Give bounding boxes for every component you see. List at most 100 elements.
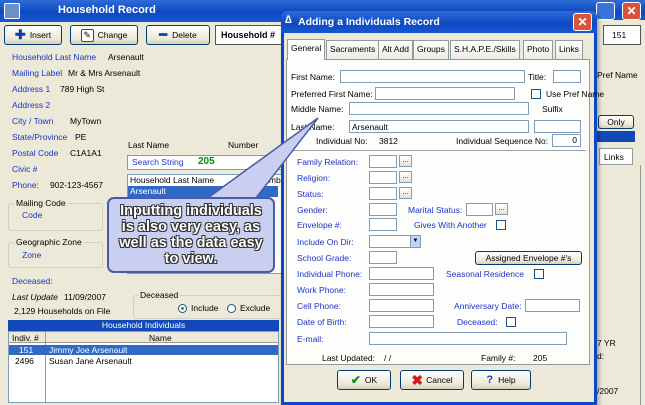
middle-name-field[interactable] <box>349 102 529 115</box>
tab-shape-skills[interactable]: S.H.A.P.E./Skills <box>450 40 520 59</box>
change-button[interactable]: ✎ Change <box>70 25 138 45</box>
bg-minimize-button[interactable] <box>596 2 615 20</box>
seasonal-residence-checkbox[interactable] <box>534 269 544 279</box>
help-icon: ? <box>486 374 494 386</box>
last-name-value: Arsenault <box>352 122 388 132</box>
family-relation-field[interactable] <box>369 155 397 168</box>
postal-value: C1A1A1 <box>70 148 102 158</box>
code-label: Code <box>22 210 43 220</box>
chevron-down-icon[interactable]: ▼ <box>410 236 420 247</box>
email-field[interactable] <box>369 332 567 345</box>
col-last-name-header: Last Name <box>128 140 170 150</box>
gender-label: Gender: <box>297 205 328 215</box>
cell-phone-field[interactable] <box>369 299 434 312</box>
col-number-header: Number <box>228 140 259 150</box>
address1-value: 789 High St <box>60 84 105 94</box>
gender-field[interactable] <box>369 203 397 216</box>
list-header-name: Household Last Name <box>130 175 215 185</box>
date-of-birth-field[interactable] <box>369 315 434 328</box>
main-title-text: Household Record <box>58 4 156 16</box>
household-last-name-value: Arsenault <box>108 52 144 62</box>
middle-name-label: Middle Name: <box>291 104 344 114</box>
marital-status-field[interactable] <box>466 203 493 216</box>
tab-alt-add[interactable]: Alt Add <box>378 40 413 59</box>
households-on-file: 2,129 Households on File <box>14 306 111 316</box>
marital-status-lookup-button[interactable]: ... <box>495 203 508 215</box>
help-button[interactable]: ? Help <box>471 370 531 390</box>
dialog-close-button[interactable]: ✕ <box>573 13 592 31</box>
insert-button[interactable]: ✚ Insert <box>4 25 62 45</box>
preferred-first-name-field[interactable] <box>375 87 515 100</box>
cancel-button[interactable]: ✖ Cancel <box>400 370 464 390</box>
row-num: 2496 <box>15 356 34 366</box>
delete-label: Delete <box>172 30 197 40</box>
status-field[interactable] <box>369 187 397 200</box>
gives-with-another-checkbox[interactable] <box>496 220 506 230</box>
col-name-header: Name <box>149 333 172 343</box>
include-on-dir-label: Include On Dir: <box>297 237 354 247</box>
cancel-label: Cancel <box>426 375 453 385</box>
tab-links[interactable]: Links <box>555 40 583 59</box>
work-phone-label: Work Phone: <box>297 285 346 295</box>
status-lookup-button[interactable]: ... <box>399 187 412 199</box>
ok-button[interactable]: ✔ OK <box>337 370 391 390</box>
family-no-value: 205 <box>533 353 548 363</box>
tab-photo[interactable]: Photo <box>523 40 554 59</box>
first-name-field[interactable] <box>340 70 525 83</box>
bg-links-tab[interactable]: Links <box>599 148 633 165</box>
cell-phone-label: Cell Phone: <box>297 301 341 311</box>
row-name: Jimmy Joe Arsenault <box>49 345 128 355</box>
individuals-header-bar: Household Individuals <box>8 320 279 331</box>
address1-label: Address 1 <box>12 84 51 94</box>
last-updated-value: / / <box>384 353 392 363</box>
deceased-checkbox[interactable] <box>506 317 516 327</box>
tab-sacraments[interactable]: Sacraments <box>326 40 380 59</box>
individual-phone-field[interactable] <box>369 267 434 280</box>
individual-seq-field[interactable]: 0 <box>552 134 581 147</box>
bg-only-button[interactable]: Only <box>598 115 634 129</box>
family-relation-label: Family Relation: <box>297 157 358 167</box>
bg-pref-name: Pref Name <box>597 70 638 80</box>
include-radio[interactable] <box>178 304 187 313</box>
tab-groups[interactable]: Groups <box>413 40 449 59</box>
title-field[interactable] <box>553 70 581 83</box>
email-label: E-mail: <box>297 334 324 344</box>
bg-only-label: Only <box>607 117 625 127</box>
individuals-table[interactable]: Indiv. # Name 151 Jimmy Joe Arsenault 24… <box>8 331 279 403</box>
tab-general[interactable]: General <box>287 39 326 60</box>
family-relation-lookup-button[interactable]: ... <box>399 155 412 167</box>
include-label: Include <box>191 303 219 313</box>
postal-label: Postal Code <box>12 148 59 158</box>
suffix-field[interactable] <box>534 120 581 133</box>
mailing-label-value: Mr & Mrs Arsenault <box>68 68 141 78</box>
search-string-label: Search String <box>132 157 184 167</box>
last-update-label: Last Update <box>12 292 58 302</box>
school-grade-field[interactable] <box>369 251 397 264</box>
envelope-label: Envelope #: <box>297 220 342 230</box>
zone-label: Zone <box>22 250 42 260</box>
phone-label: Phone: <box>12 180 39 190</box>
assigned-envelopes-button[interactable]: Assigned Envelope #'s <box>475 251 582 265</box>
exclude-radio[interactable] <box>227 304 236 313</box>
use-pref-name-checkbox[interactable] <box>531 89 541 99</box>
delete-button[interactable]: ━ Delete <box>146 25 210 45</box>
religion-field[interactable] <box>369 171 397 184</box>
religion-lookup-button[interactable]: ... <box>399 171 412 183</box>
envelope-field[interactable] <box>369 218 397 231</box>
last-name-label: Last Name: <box>291 122 335 132</box>
bg-year-text: /2007 <box>597 386 619 396</box>
individual-no-label: Individual No: <box>316 136 368 146</box>
deceased-filter-label: Deceased <box>138 290 181 300</box>
preferred-first-name-label: Preferred First Name: <box>291 89 373 99</box>
bg-close-button[interactable]: ✕ <box>622 2 641 20</box>
geographic-zone-group-label: Geographic Zone <box>14 237 84 247</box>
callout-box: Inputting individuals is also very easy,… <box>107 197 275 273</box>
tab-household[interactable]: Household # <box>215 25 285 45</box>
mailing-code-group-label: Mailing Code <box>14 198 68 208</box>
title-label: Title: <box>528 72 547 82</box>
anniversary-date-field[interactable] <box>525 299 580 312</box>
work-phone-field[interactable] <box>369 283 434 296</box>
search-string-value: 205 <box>198 156 215 167</box>
deceased-dialog-label: Deceased: <box>457 317 498 327</box>
help-label: Help <box>498 375 516 385</box>
